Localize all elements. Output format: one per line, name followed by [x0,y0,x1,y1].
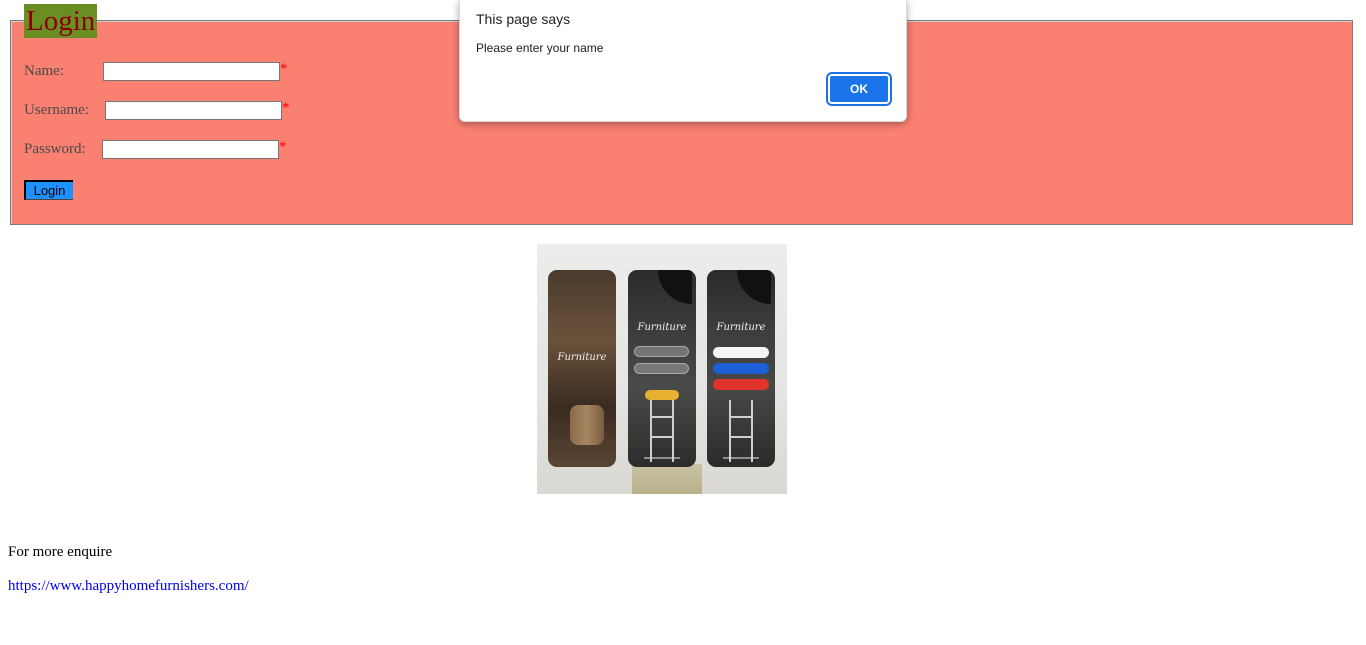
password-required-star: * [279,139,287,155]
preview-caption [628,457,696,459]
furniture-app-preview-image: Furniture Furniture Furniture [537,244,787,494]
preview-username-field [634,346,689,357]
lamp-illustration [737,270,771,304]
username-label: Username: [24,102,89,118]
enquire-text: For more enquire [8,544,113,560]
username-required-star: * [282,100,290,116]
preview-email-signin [713,347,769,358]
lamp-illustration [658,270,692,304]
pouf-illustration [570,405,604,445]
preview-brand-logo: Furniture [637,322,687,333]
name-input[interactable] [103,62,280,81]
preview-floor [632,464,702,494]
preview-facebook-signin [713,363,769,374]
login-legend: Login [24,4,98,38]
preview-password-field [634,363,689,374]
name-required-star: * [280,61,288,77]
username-input[interactable] [105,101,282,120]
preview-phone-social: Furniture [707,270,775,467]
preview-login-button [645,390,679,400]
preview-brand-logo: Furniture [716,322,766,333]
preview-google-signin [713,379,769,390]
password-input[interactable] [102,140,279,159]
name-label: Name: [24,63,64,79]
preview-caption [707,457,775,459]
ladder-illustration [729,400,753,462]
website-link[interactable]: https://www.happyhomefurnishers.com/ [8,578,249,595]
preview-phone-login: Furniture [628,270,696,467]
alert-title: This page says [476,11,571,27]
password-label: Password: [24,141,86,157]
alert-dialog: This page says Please enter your name OK [459,0,907,122]
alert-message: Please enter your name [476,41,604,55]
preview-phone-splash: Furniture [548,270,616,467]
ladder-illustration [650,400,674,462]
login-button[interactable]: Login [24,180,73,200]
alert-ok-button[interactable]: OK [826,72,892,106]
preview-brand-logo: Furniture [557,352,607,363]
